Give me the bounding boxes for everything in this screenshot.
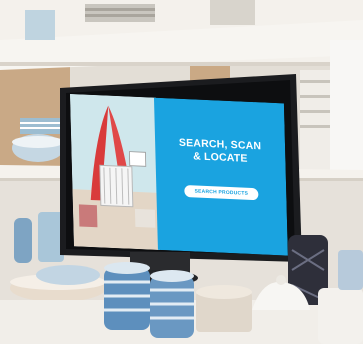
stacked-bowls-right (300, 70, 330, 170)
top-shelf-books (85, 4, 155, 22)
search-products-button[interactable]: SEARCH PRODUCTS (184, 185, 259, 201)
blue-canister-left (104, 268, 150, 330)
top-shelf-box (25, 10, 55, 40)
top-shelf-plant (210, 0, 255, 25)
screen-headline: SEARCH, SCAN & LOCATE (179, 137, 262, 167)
nursery-photo (70, 94, 160, 250)
screen-panel: SEARCH, SCAN & LOCATE SEARCH PRODUCTS (153, 97, 288, 256)
white-canister-right (318, 288, 363, 344)
small-patterned-bowl (36, 265, 100, 285)
white-panel-right (330, 40, 363, 180)
blue-vase-left (14, 218, 32, 263)
blue-canister-mid (150, 276, 194, 338)
kiosk-screen: SEARCH, SCAN & LOCATE SEARCH PRODUCTS (70, 94, 288, 256)
